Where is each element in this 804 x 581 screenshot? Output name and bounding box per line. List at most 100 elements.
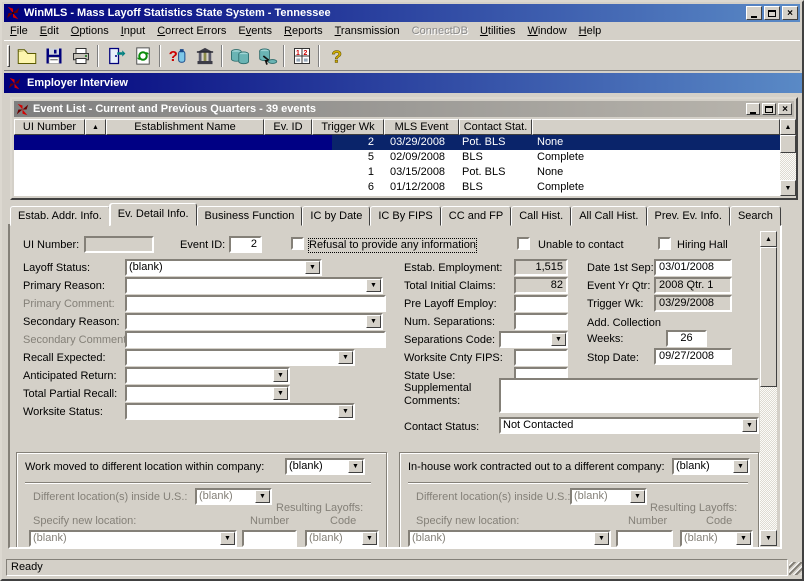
- weeks-field[interactable]: 26: [666, 330, 707, 347]
- grid-12-button[interactable]: 1 2: [288, 43, 315, 69]
- event-id-field[interactable]: 2: [229, 236, 262, 253]
- tab-all-call-hist[interactable]: All Call Hist.: [571, 206, 646, 226]
- menu-utilities[interactable]: Utilities: [474, 23, 522, 39]
- chevron-down-icon[interactable]: ▼: [366, 279, 381, 292]
- menu-file[interactable]: File: [4, 23, 34, 39]
- chevron-down-icon[interactable]: ▼: [733, 460, 748, 473]
- chevron-down-icon[interactable]: ▼: [551, 333, 566, 346]
- unable-to-contact-label[interactable]: Unable to contact: [538, 239, 624, 252]
- chevron-down-icon[interactable]: ▼: [362, 532, 377, 545]
- stop-date-field[interactable]: 09/27/2008: [654, 348, 732, 365]
- scroll-down-icon[interactable]: ▼: [760, 530, 777, 546]
- database-copy-button[interactable]: [253, 43, 280, 69]
- total-partial-recall-dropdown[interactable]: ▼: [125, 385, 290, 402]
- hiring-hall-checkbox[interactable]: [658, 237, 671, 250]
- new-location-dropdown[interactable]: (blank)▼: [408, 530, 611, 547]
- primary-reason-dropdown[interactable]: ▼: [125, 277, 383, 294]
- tab-call-hist[interactable]: Call Hist.: [511, 206, 571, 226]
- tab-ic-by-fips[interactable]: IC By FIPS: [370, 206, 440, 226]
- column-header-trigger-wk[interactable]: Trigger Wk: [312, 119, 384, 135]
- scrollbar-thumb[interactable]: [780, 135, 796, 153]
- date-1st-sep-field[interactable]: 03/01/2008: [654, 259, 732, 276]
- pre-layoff-employ-field[interactable]: [514, 295, 568, 312]
- chevron-down-icon[interactable]: ▼: [305, 261, 320, 274]
- tab-search[interactable]: Search: [730, 206, 781, 226]
- event-list-close-button[interactable]: ×: [778, 103, 792, 115]
- event-list-minimize-button[interactable]: [746, 103, 760, 115]
- menu-correct-errors[interactable]: Correct Errors: [151, 23, 232, 39]
- secondary-reason-dropdown[interactable]: ▼: [125, 313, 383, 330]
- table-row[interactable]: 1 03/15/2008 Pot. BLS None: [14, 165, 780, 180]
- menu-input[interactable]: Input: [115, 23, 152, 39]
- hiring-hall-label[interactable]: Hiring Hall: [677, 239, 728, 252]
- worksite-status-dropdown[interactable]: ▼: [125, 403, 355, 420]
- chevron-down-icon[interactable]: ▼: [366, 315, 381, 328]
- menu-help[interactable]: Help: [573, 23, 608, 39]
- different-location-dropdown[interactable]: (blank)▼: [195, 488, 272, 505]
- unable-to-contact-checkbox[interactable]: [517, 237, 530, 250]
- database-pair-button[interactable]: [226, 43, 253, 69]
- column-header-mls-event[interactable]: MLS Event: [384, 119, 459, 135]
- column-header-ui-number[interactable]: UI Number: [14, 119, 85, 135]
- in-house-dropdown[interactable]: (blank)▼: [672, 458, 750, 475]
- work-moved-dropdown[interactable]: (blank)▼: [285, 458, 365, 475]
- layoff-status-dropdown[interactable]: (blank)▼: [125, 259, 322, 276]
- tab-prev-ev-info[interactable]: Prev. Ev. Info.: [647, 206, 730, 226]
- scrollbar-thumb[interactable]: [760, 247, 777, 387]
- menu-transmission[interactable]: Transmission: [329, 23, 406, 39]
- new-location-dropdown[interactable]: (blank)▼: [29, 530, 237, 547]
- find-records-button[interactable]: ?: [164, 43, 191, 69]
- scroll-down-icon[interactable]: ▼: [780, 180, 796, 196]
- menu-options[interactable]: Options: [65, 23, 115, 39]
- contact-status-dropdown[interactable]: Not Contacted▼: [499, 417, 759, 434]
- scroll-up-icon[interactable]: ▲: [760, 231, 777, 247]
- exit-button[interactable]: [102, 43, 129, 69]
- chevron-down-icon[interactable]: ▼: [255, 490, 270, 503]
- event-list-maximize-button[interactable]: [762, 103, 776, 115]
- primary-comment-field[interactable]: [125, 295, 386, 312]
- open-folder-button[interactable]: [13, 43, 40, 69]
- table-row-selected[interactable]: 2 03/29/2008 Pot. BLS None: [14, 135, 780, 150]
- scroll-up-icon[interactable]: ▲: [780, 119, 796, 135]
- resulting-number-field[interactable]: [242, 530, 297, 547]
- resulting-code-dropdown[interactable]: (blank)▼: [680, 530, 753, 547]
- tab-business-function[interactable]: Business Function: [197, 206, 303, 226]
- separations-code-dropdown[interactable]: ▼: [499, 331, 568, 348]
- chevron-down-icon[interactable]: ▼: [348, 460, 363, 473]
- worksite-cnty-fips-field[interactable]: [514, 349, 568, 366]
- maximize-button[interactable]: [764, 6, 780, 20]
- panel-scrollbar[interactable]: ▲ ▼: [760, 231, 777, 546]
- refusal-checkbox[interactable]: [291, 237, 304, 250]
- chevron-down-icon[interactable]: ▼: [220, 532, 235, 545]
- toolbar-grip[interactable]: [7, 45, 10, 67]
- chevron-down-icon[interactable]: ▼: [338, 405, 353, 418]
- resulting-code-dropdown[interactable]: (blank)▼: [305, 530, 379, 547]
- tab-ev-detail-info[interactable]: Ev. Detail Info.: [110, 203, 197, 226]
- chevron-down-icon[interactable]: ▼: [736, 532, 751, 545]
- num-separations-field[interactable]: [514, 313, 568, 330]
- menu-events[interactable]: Events: [232, 23, 278, 39]
- recall-expected-dropdown[interactable]: ▼: [125, 349, 355, 366]
- column-header-establishment[interactable]: Establishment Name: [106, 119, 264, 135]
- chevron-down-icon[interactable]: ▼: [630, 490, 645, 503]
- chevron-down-icon[interactable]: ▼: [338, 351, 353, 364]
- save-button[interactable]: [40, 43, 67, 69]
- chevron-down-icon[interactable]: ▼: [273, 387, 288, 400]
- menu-window[interactable]: Window: [521, 23, 572, 39]
- resize-grip[interactable]: [789, 562, 802, 575]
- tab-cc-and-fp[interactable]: CC and FP: [441, 206, 511, 226]
- column-header-contact-stat[interactable]: Contact Stat.: [459, 119, 532, 135]
- anticipated-return-dropdown[interactable]: ▼: [125, 367, 290, 384]
- tab-ic-by-date[interactable]: IC by Date: [302, 206, 370, 226]
- building-button[interactable]: [191, 43, 218, 69]
- chevron-down-icon[interactable]: ▼: [273, 369, 288, 382]
- table-row[interactable]: 6 01/12/2008 BLS Complete: [14, 180, 780, 195]
- supplemental-comments-field[interactable]: [499, 378, 759, 413]
- secondary-comment-field[interactable]: [125, 331, 386, 348]
- chevron-down-icon[interactable]: ▼: [594, 532, 609, 545]
- close-button[interactable]: ×: [782, 6, 798, 20]
- column-header-ev-id[interactable]: Ev. ID: [264, 119, 312, 135]
- sort-ascending-icon[interactable]: ▲: [85, 119, 106, 135]
- refresh-button[interactable]: [129, 43, 156, 69]
- refusal-checkbox-label[interactable]: Refusal to provide any information: [309, 239, 476, 252]
